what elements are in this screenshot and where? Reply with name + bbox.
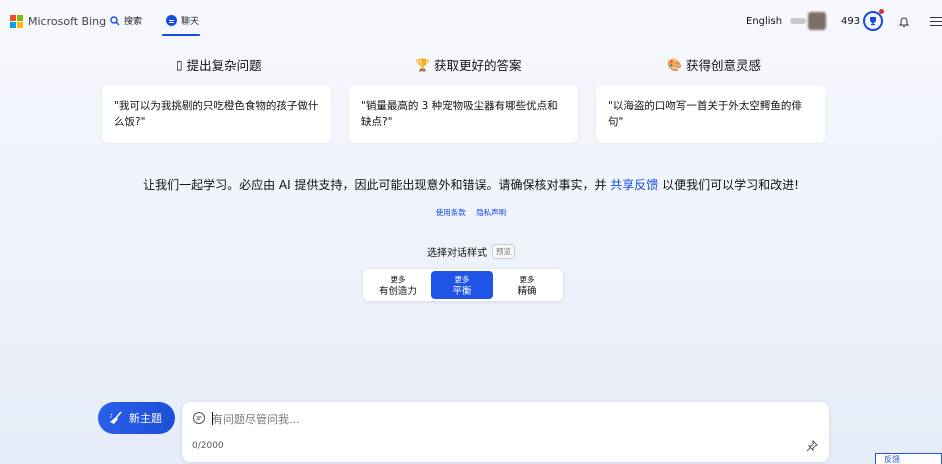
chat-composer: 0/2000 (182, 402, 829, 462)
style-option-balanced[interactable]: 更多 平衡 (431, 271, 493, 299)
character-counter: 0/2000 (192, 441, 224, 451)
feedback-tab[interactable]: 反馈 (875, 453, 942, 464)
disclaimer-text-end: 以便我们可以学习和改进! (658, 178, 799, 192)
question-icon: ▯ (176, 57, 183, 72)
example-card-2[interactable]: "销量最高的 3 种宠物吸尘器有哪些优点和缺点?" (349, 85, 578, 143)
bing-logo[interactable]: Microsoft Bing (10, 15, 106, 28)
top-bar: Microsoft Bing 搜索 聊天 English 493 (0, 0, 942, 44)
rewards-points[interactable]: 493 (841, 16, 860, 27)
disclaimer: 让我们一起学习。必应由 AI 提供支持，因此可能出现意外和错误。请确保核对事实，… (0, 176, 942, 193)
example-card-1[interactable]: "我可以为我挑剔的只吃橙色食物的孩子做什么饭?" (102, 85, 331, 143)
bell-icon[interactable] (898, 16, 910, 28)
disclaimer-text: 让我们一起学习。必应由 AI 提供支持，因此可能出现意外和错误。请确保核对事实，… (143, 178, 611, 192)
column-title-creative: 🎨 获得创意灵感 (667, 55, 761, 74)
chat-bubble-icon (193, 412, 205, 424)
share-feedback-link[interactable]: 共享反馈 (610, 178, 658, 192)
example-card-3[interactable]: "以海盗的口吻写一首关于外太空鳄鱼的俳句" (596, 85, 825, 143)
rewards-trophy-icon[interactable] (863, 11, 883, 31)
chat-input[interactable] (212, 410, 802, 428)
palette-icon: 🎨 (667, 57, 682, 72)
option-label: 平衡 (452, 286, 472, 297)
chat-icon (166, 15, 177, 26)
logo-text: Microsoft Bing (28, 15, 107, 28)
hamburger-menu-icon[interactable] (930, 17, 942, 27)
conversation-style-selector: 更多 有创造力 更多 平衡 更多 精确 (363, 269, 563, 301)
option-label: 有创造力 (378, 286, 417, 297)
column-title-complex-questions: ▯ 提出复杂问题 (176, 55, 262, 74)
style-label-text: 选择对话样式 (427, 248, 487, 259)
column-1-title: 提出复杂问题 (186, 58, 262, 73)
username-placeholder (790, 18, 806, 24)
legal-links: 使用条款 隐私声明 (0, 207, 942, 218)
example-1-text: "我可以为我挑剔的只吃橙色食物的孩子做什么饭?" (114, 100, 319, 128)
option-label: 精确 (517, 286, 537, 297)
microsoft-logo-icon (10, 15, 23, 28)
trophy-face-icon: 🏆 (415, 57, 430, 72)
user-avatar[interactable] (790, 11, 828, 31)
privacy-link[interactable]: 隐私声明 (476, 208, 506, 217)
terms-link[interactable]: 使用条款 (436, 208, 466, 217)
column-title-better-answers: 🏆 获取更好的答案 (415, 55, 521, 74)
text-caret (212, 412, 213, 425)
nav-search[interactable]: 搜索 (110, 14, 142, 27)
broom-icon (110, 411, 122, 424)
search-icon (110, 15, 120, 25)
example-2-text: "销量最高的 3 种宠物吸尘器有哪些优点和缺点?" (361, 100, 558, 128)
style-option-creative[interactable]: 更多 有创造力 (365, 271, 431, 299)
nav-search-label: 搜索 (124, 17, 143, 27)
style-option-precise[interactable]: 更多 精确 (493, 271, 561, 299)
nav-chat-label: 聊天 (181, 17, 200, 27)
avatar-image (808, 12, 826, 30)
example-3-text: "以海盗的口吻写一首关于外太空鳄鱼的俳句" (608, 100, 802, 128)
trophy-icon (870, 17, 876, 26)
option-prefix: 更多 (519, 275, 535, 284)
language-switch[interactable]: English (746, 16, 782, 27)
nav-chat[interactable]: 聊天 (166, 14, 199, 27)
option-prefix: 更多 (390, 275, 406, 284)
preview-badge: 预览 (492, 244, 515, 259)
option-prefix: 更多 (454, 275, 470, 284)
pin-icon[interactable] (806, 440, 818, 452)
column-2-title: 获取更好的答案 (433, 58, 522, 73)
active-tab-indicator (162, 34, 200, 36)
column-3-title: 获得创意灵感 (685, 58, 761, 73)
conversation-style-label: 选择对话样式 预览 (0, 244, 942, 259)
new-topic-label: 新主题 (129, 412, 162, 425)
notification-dot (879, 9, 884, 14)
new-topic-button[interactable]: 新主题 (98, 402, 175, 434)
